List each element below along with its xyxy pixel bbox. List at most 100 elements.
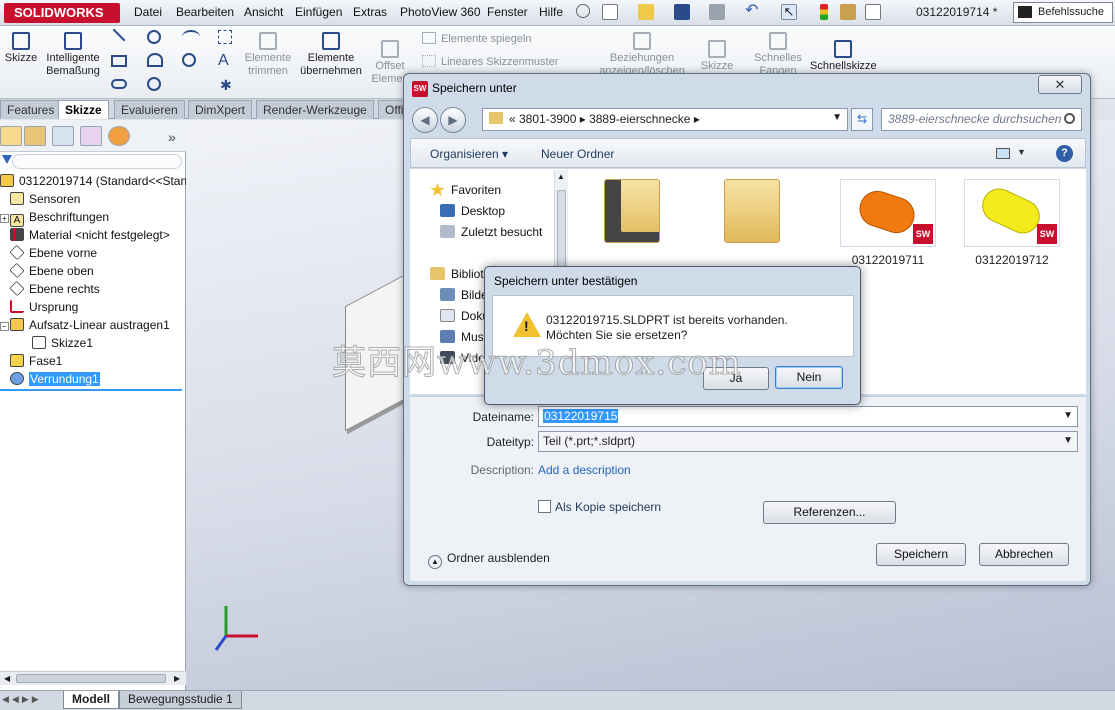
address-bar[interactable]: « 3801-3900 ▸ 3889-eierschnecke ▸ ▼ xyxy=(482,108,848,131)
tab-modell[interactable]: Modell xyxy=(63,691,119,709)
repair-sketch-button[interactable]: Skizze xyxy=(698,40,736,73)
undo-icon[interactable]: ↶ xyxy=(745,3,761,20)
line-tool-icon[interactable] xyxy=(112,28,126,42)
quick-snaps-button[interactable]: Schnelles Fangen xyxy=(754,32,802,78)
menu-bearbeiten[interactable]: Bearbeiten xyxy=(176,5,234,19)
display-manager-icon[interactable] xyxy=(108,126,130,146)
tree-item-skizze1[interactable]: Skizze1 xyxy=(32,336,93,350)
folder-item[interactable] xyxy=(702,179,802,249)
view-dropdown-icon[interactable]: ▼ xyxy=(1017,147,1026,157)
smart-dimension-button[interactable]: Intelligente Bemaßung xyxy=(42,32,104,78)
sketch-button[interactable]: Skizze xyxy=(4,32,38,65)
panel-expand-icon[interactable]: » xyxy=(168,129,176,145)
nav-bilder[interactable]: Bilde xyxy=(440,288,488,302)
nav-desktop[interactable]: Desktop xyxy=(440,204,505,218)
tab-bewegungsstudie[interactable]: Bewegungsstudie 1 xyxy=(119,691,242,709)
spline-tool-icon[interactable] xyxy=(182,30,200,44)
nav-zuletzt-besucht[interactable]: Zuletzt besucht xyxy=(440,225,542,239)
close-button[interactable]: ✕ xyxy=(1038,75,1082,94)
save-as-copy-checkbox[interactable]: Als Kopie speichern xyxy=(538,500,661,514)
tab-render-werkzeuge[interactable]: Render-Werkzeuge xyxy=(256,100,374,119)
rapid-sketch-button[interactable]: Schnellskizze xyxy=(810,40,877,73)
property-manager-icon[interactable] xyxy=(24,126,46,146)
tree-item-ebene-rechts[interactable]: Ebene rechts xyxy=(9,280,100,297)
tree-item-fase1[interactable]: Fase1 xyxy=(10,354,62,368)
tree-item-ebene-vorne[interactable]: Ebene vorne xyxy=(9,244,97,261)
rollback-bar[interactable] xyxy=(0,389,182,391)
menu-fenster[interactable]: Fenster xyxy=(487,5,528,19)
refresh-button[interactable]: ⇆ xyxy=(851,108,873,131)
chevron-down-icon[interactable]: ▼ xyxy=(832,112,842,123)
tab-features[interactable]: Features xyxy=(0,100,62,119)
forward-button[interactable]: ▶ xyxy=(440,107,466,133)
tree-item-verrundung1[interactable]: Verrundung1 xyxy=(10,372,100,386)
tab-nav-arrows-icon[interactable]: ◀◀▶▶ xyxy=(2,694,42,705)
references-button[interactable]: Referenzen... xyxy=(763,501,896,524)
menu-ansicht[interactable]: Ansicht xyxy=(244,5,283,19)
nav-dokumente[interactable]: Doku xyxy=(440,309,489,323)
options-icon[interactable] xyxy=(865,4,881,20)
no-button[interactable]: Nein xyxy=(775,366,843,389)
tree-item-aufsatz[interactable]: − Aufsatz-Linear austragen1 xyxy=(0,318,170,332)
trim-entities-button[interactable]: Elemente trimmen xyxy=(242,32,294,78)
search-input[interactable]: 3889-eierschnecke durchsuchen xyxy=(881,108,1082,131)
scroll-thumb[interactable] xyxy=(16,674,166,683)
configuration-manager-icon[interactable] xyxy=(52,126,74,146)
command-search[interactable]: Befehlssuche xyxy=(1013,2,1113,23)
organize-button[interactable]: Organisieren ▾ xyxy=(430,147,508,161)
open-folder-icon[interactable] xyxy=(638,4,654,20)
view-options-icon[interactable] xyxy=(996,148,1010,159)
filename-input[interactable]: 03122019715 ▼ xyxy=(538,406,1078,427)
solidworks-logo[interactable]: SOLIDWORKS xyxy=(4,3,120,23)
help-icon[interactable]: ? xyxy=(1056,145,1073,162)
arc-tool-icon[interactable] xyxy=(147,53,163,67)
tree-filter[interactable] xyxy=(0,152,186,172)
tree-item-material[interactable]: Material <nicht festgelegt> xyxy=(10,228,170,242)
slot-tool-icon[interactable] xyxy=(111,79,127,89)
scroll-right-icon[interactable]: ▶ xyxy=(174,674,180,683)
menu-datei[interactable]: Datei xyxy=(134,5,162,19)
tree-item-beschriftungen[interactable]: + A Beschriftungen xyxy=(0,210,109,227)
horizontal-scrollbar[interactable]: ◀ ▶ xyxy=(0,671,186,685)
checkbox-icon[interactable] xyxy=(538,500,551,513)
new-folder-button[interactable]: Neuer Ordner xyxy=(541,147,614,161)
tree-item-sensoren[interactable]: Sensoren xyxy=(10,192,80,206)
expand-plus-icon[interactable]: + xyxy=(0,214,9,223)
file-properties-icon[interactable] xyxy=(840,4,856,20)
menu-extras[interactable]: Extras xyxy=(353,5,387,19)
display-relations-button[interactable]: Beziehungen anzeigen/löschen xyxy=(596,32,688,78)
traffic-light-icon[interactable] xyxy=(820,4,828,20)
collapse-minus-icon[interactable]: − xyxy=(0,322,9,331)
linear-pattern-button[interactable]: Lineares Skizzenmuster xyxy=(422,55,558,68)
back-button[interactable]: ◀ xyxy=(412,107,438,133)
menu-hilfe[interactable]: Hilfe xyxy=(539,5,563,19)
filetype-select[interactable]: Teil (*.prt;*.sldprt) ▼ xyxy=(538,431,1078,452)
tab-dimxpert[interactable]: DimXpert xyxy=(188,100,253,119)
scroll-up-icon[interactable]: ▲ xyxy=(557,172,565,181)
point-grid-icon[interactable] xyxy=(218,30,232,44)
new-document-icon[interactable] xyxy=(602,4,618,20)
save-button[interactable]: Speichern xyxy=(876,543,966,566)
rectangle-tool-icon[interactable] xyxy=(111,55,127,67)
save-icon[interactable] xyxy=(674,4,690,20)
menu-photoview[interactable]: PhotoView 360 xyxy=(400,5,481,19)
chevron-down-icon[interactable]: ▼ xyxy=(1063,410,1073,421)
tree-item-ebene-oben[interactable]: Ebene oben xyxy=(9,262,94,279)
file-item-03122019712[interactable]: SW 03122019712 xyxy=(962,179,1062,267)
add-description-link[interactable]: Add a description xyxy=(538,463,631,477)
construction-point-icon[interactable]: ✱ xyxy=(220,77,232,94)
file-item-03122019711[interactable]: SW 03122019711 xyxy=(838,179,938,267)
pin-icon[interactable] xyxy=(576,4,590,18)
text-tool-icon[interactable]: A xyxy=(218,52,229,70)
chevron-down-icon[interactable]: ▼ xyxy=(1063,435,1073,446)
polygon-tool-icon[interactable] xyxy=(182,53,196,67)
filter-input[interactable] xyxy=(12,154,182,169)
hide-folders-button[interactable]: ▲ Ordner ausblenden xyxy=(428,551,550,569)
tree-item-ursprung[interactable]: Ursprung xyxy=(10,300,78,314)
scroll-left-icon[interactable]: ◀ xyxy=(4,674,10,683)
print-icon[interactable] xyxy=(709,4,725,20)
tree-root[interactable]: 03122019714 (Standard<<Stand xyxy=(0,174,194,188)
mirror-entities-button[interactable]: Elemente spiegeln xyxy=(422,32,532,45)
folder-item[interactable] xyxy=(582,179,682,249)
tab-evaluieren[interactable]: Evaluieren xyxy=(114,100,185,119)
